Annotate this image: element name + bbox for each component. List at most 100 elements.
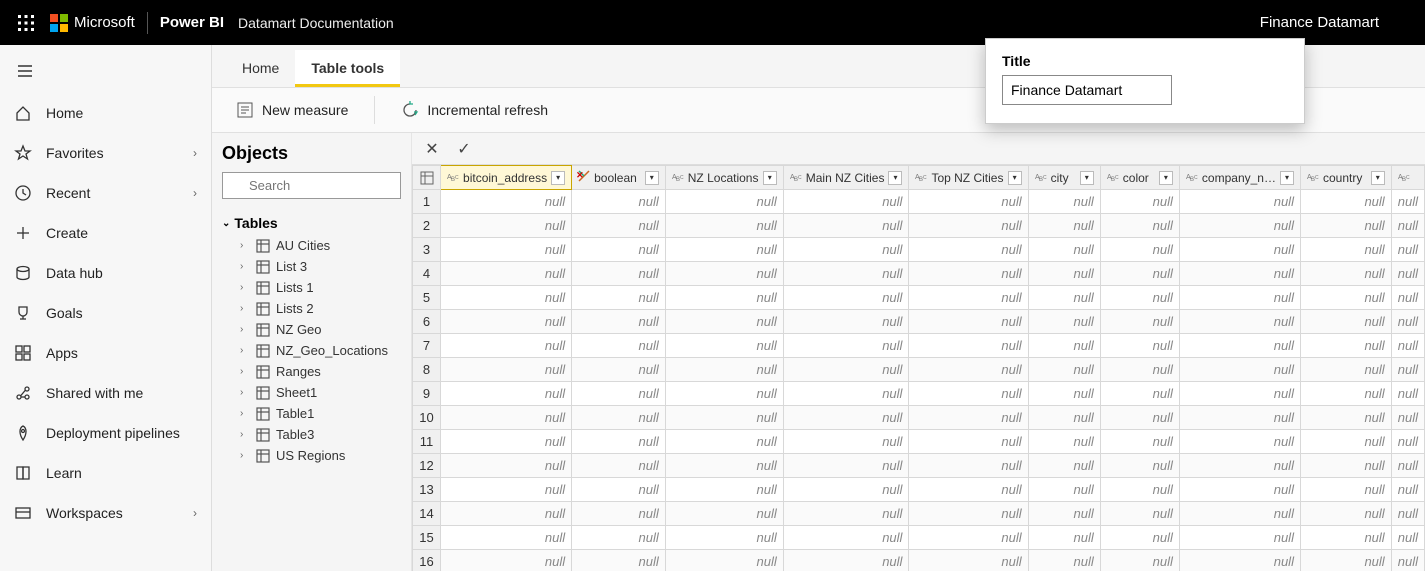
formula-cancel-icon[interactable]: ✕ — [418, 136, 446, 162]
grid-cell[interactable]: null — [441, 310, 572, 334]
grid-cell[interactable]: null — [1028, 454, 1100, 478]
nav-item-workspaces[interactable]: Workspaces› — [0, 493, 211, 533]
grid-cell[interactable]: null — [1391, 238, 1424, 262]
grid-cell[interactable]: null — [783, 550, 909, 571]
grid-cell[interactable]: null — [909, 406, 1028, 430]
grid-cell[interactable]: null — [783, 286, 909, 310]
grid-cell[interactable]: null — [1100, 526, 1179, 550]
grid-cell[interactable]: null — [572, 406, 666, 430]
grid-cell[interactable]: null — [1100, 214, 1179, 238]
grid-cell[interactable]: null — [1100, 190, 1179, 214]
column-filter-icon[interactable]: ▾ — [1280, 171, 1294, 185]
grid-cell[interactable]: null — [783, 310, 909, 334]
grid-cell[interactable]: null — [1391, 286, 1424, 310]
grid-cell[interactable]: null — [665, 406, 783, 430]
grid-cell[interactable]: null — [1100, 382, 1179, 406]
row-number[interactable]: 13 — [413, 478, 441, 502]
incremental-refresh-button[interactable]: Incremental refresh — [391, 95, 558, 125]
app-launcher-icon[interactable] — [6, 0, 46, 45]
grid-cell[interactable]: null — [665, 382, 783, 406]
grid-cell[interactable]: null — [1179, 550, 1300, 571]
grid-cell[interactable]: null — [783, 238, 909, 262]
table-item-lists-1[interactable]: ›Lists 1 — [222, 277, 401, 298]
table-item-nz-geo[interactable]: ›NZ Geo — [222, 319, 401, 340]
grid-cell[interactable]: null — [1179, 334, 1300, 358]
grid-cell[interactable]: null — [1300, 550, 1391, 571]
table-item-sheet1[interactable]: ›Sheet1 — [222, 382, 401, 403]
grid-cell[interactable]: null — [1179, 238, 1300, 262]
title-input[interactable] — [1002, 75, 1172, 105]
grid-cell[interactable]: null — [1391, 406, 1424, 430]
grid-cell[interactable]: null — [441, 454, 572, 478]
grid-cell[interactable]: null — [441, 262, 572, 286]
grid-cell[interactable]: null — [1391, 382, 1424, 406]
column-header-top-nz-cities[interactable]: ABCTop NZ Cities▾ — [909, 166, 1028, 190]
grid-cell[interactable]: null — [1300, 454, 1391, 478]
grid-cell[interactable]: null — [909, 526, 1028, 550]
grid-cell[interactable]: null — [909, 262, 1028, 286]
grid-cell[interactable]: null — [1391, 478, 1424, 502]
grid-cell[interactable]: null — [1179, 382, 1300, 406]
grid-cell[interactable]: null — [665, 526, 783, 550]
grid-cell[interactable]: null — [1391, 262, 1424, 286]
grid-cell[interactable]: null — [441, 238, 572, 262]
grid-cell[interactable]: null — [1300, 262, 1391, 286]
grid-cell[interactable]: null — [1100, 502, 1179, 526]
grid-cell[interactable]: null — [909, 190, 1028, 214]
grid-cell[interactable]: null — [572, 550, 666, 571]
grid-cell[interactable]: null — [665, 430, 783, 454]
grid-cell[interactable]: null — [1391, 358, 1424, 382]
grid-cell[interactable]: null — [909, 478, 1028, 502]
grid-cell[interactable]: null — [1028, 190, 1100, 214]
column-filter-icon[interactable]: ▾ — [763, 171, 777, 185]
grid-cell[interactable]: null — [1100, 430, 1179, 454]
row-number[interactable]: 1 — [413, 190, 441, 214]
grid-cell[interactable]: null — [1028, 550, 1100, 571]
grid-cell[interactable]: null — [909, 502, 1028, 526]
grid-cell[interactable]: null — [665, 310, 783, 334]
row-number[interactable]: 15 — [413, 526, 441, 550]
breadcrumb[interactable]: Datamart Documentation — [238, 15, 394, 31]
table-item-table3[interactable]: ›Table3 — [222, 424, 401, 445]
grid-cell[interactable]: null — [1391, 334, 1424, 358]
row-number[interactable]: 12 — [413, 454, 441, 478]
grid-cell[interactable]: null — [783, 214, 909, 238]
grid-cell[interactable]: null — [1028, 358, 1100, 382]
grid-cell[interactable]: null — [1179, 262, 1300, 286]
grid-cell[interactable]: null — [572, 286, 666, 310]
grid-cell[interactable]: null — [1391, 310, 1424, 334]
grid-cell[interactable]: null — [1391, 550, 1424, 571]
grid-cell[interactable]: null — [1300, 358, 1391, 382]
grid-cell[interactable]: null — [572, 238, 666, 262]
grid-cell[interactable]: null — [665, 550, 783, 571]
row-number[interactable]: 9 — [413, 382, 441, 406]
grid-cell[interactable]: null — [909, 310, 1028, 334]
column-header-country[interactable]: ABCcountry▾ — [1300, 166, 1391, 190]
nav-item-data-hub[interactable]: Data hub — [0, 253, 211, 293]
grid-cell[interactable]: null — [783, 406, 909, 430]
grid-cell[interactable]: null — [909, 286, 1028, 310]
grid-cell[interactable]: null — [1028, 286, 1100, 310]
grid-cell[interactable]: null — [1028, 478, 1100, 502]
grid-cell[interactable]: null — [1028, 262, 1100, 286]
column-filter-icon[interactable]: ▾ — [1371, 171, 1385, 185]
grid-cell[interactable]: null — [1391, 430, 1424, 454]
grid-cell[interactable]: null — [1179, 454, 1300, 478]
grid-cell[interactable]: null — [665, 262, 783, 286]
grid-corner[interactable] — [413, 166, 441, 190]
nav-item-favorites[interactable]: Favorites› — [0, 133, 211, 173]
tab-home[interactable]: Home — [226, 50, 295, 87]
grid-cell[interactable]: null — [1300, 526, 1391, 550]
grid-cell[interactable]: null — [909, 334, 1028, 358]
grid-cell[interactable]: null — [441, 190, 572, 214]
column-filter-icon[interactable]: ▾ — [645, 171, 659, 185]
grid-cell[interactable]: null — [783, 502, 909, 526]
grid-cell[interactable]: null — [909, 454, 1028, 478]
grid-cell[interactable]: null — [665, 214, 783, 238]
grid-cell[interactable]: null — [1300, 286, 1391, 310]
grid-cell[interactable]: null — [1300, 238, 1391, 262]
grid-cell[interactable]: null — [441, 382, 572, 406]
grid-cell[interactable]: null — [1179, 526, 1300, 550]
row-number[interactable]: 2 — [413, 214, 441, 238]
grid-cell[interactable]: null — [1179, 358, 1300, 382]
